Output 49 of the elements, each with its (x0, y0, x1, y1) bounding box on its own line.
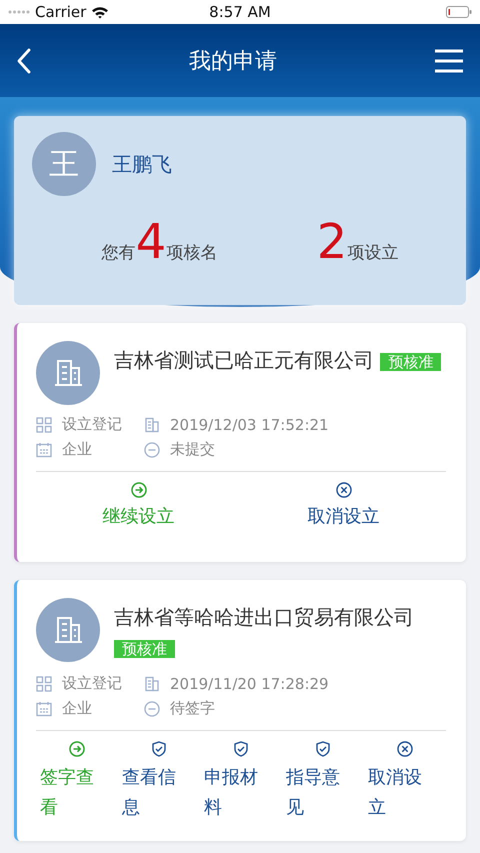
signal-icon (8, 10, 30, 14)
stat-label: 项设立 (347, 242, 398, 264)
clock: 8:57 AM (209, 3, 271, 21)
grid-icon (36, 676, 52, 692)
building-icon (36, 598, 100, 662)
minus-circle-icon (144, 442, 160, 458)
stat-count: 4 (136, 218, 166, 266)
carrier-label: Carrier (35, 3, 86, 21)
user-name: 王鹏飞 (112, 150, 172, 178)
stat-label: 项核名 (166, 242, 218, 264)
shield-icon (233, 741, 249, 757)
application-card[interactable]: 吉林省等哈哈进出口贸易有限公司 预核准 设立登记 2019/11/20 17:28:29 企业 待签字 签字查看 查看信息 申报材料 指导意见 取消设立 (14, 580, 466, 841)
battery-icon (446, 6, 472, 18)
application-card[interactable]: 吉林省测试已哈正元有限公司 预核准 设立登记 2019/12/03 17:52:21 企业 未提交 继续设立 取消设立 (14, 323, 466, 562)
action-button[interactable]: 取消设立 (364, 741, 446, 823)
application-status: 待签字 (170, 699, 215, 718)
close-circle-icon (397, 741, 413, 757)
arrow-circle-icon (69, 741, 85, 757)
page-title: 我的申请 (189, 48, 277, 76)
building-icon (36, 341, 100, 405)
action-button[interactable]: 查看信息 (118, 741, 200, 823)
company-name: 吉林省等哈哈进出口贸易有限公司 预核准 (114, 604, 415, 660)
status-badge: 预核准 (114, 640, 175, 658)
submit-date: 2019/11/20 17:28:29 (170, 674, 329, 692)
entity-type: 企业 (62, 699, 92, 718)
shield-icon (151, 741, 167, 757)
application-type: 设立登记 (62, 674, 122, 693)
building-icon (144, 416, 160, 432)
shield-icon (315, 741, 331, 757)
building-icon (144, 676, 160, 692)
company-name: 吉林省测试已哈正元有限公司 预核准 (114, 341, 442, 377)
wifi-icon (91, 6, 110, 18)
application-type: 设立登记 (62, 415, 122, 434)
entity-type: 企业 (62, 440, 92, 459)
stat-count: 2 (316, 218, 348, 266)
action-button[interactable]: 取消设立 (241, 482, 446, 544)
action-button[interactable]: 申报材料 (200, 741, 282, 823)
calendar-icon (36, 700, 52, 716)
avatar: 王 (32, 132, 96, 196)
action-button[interactable]: 指导意见 (282, 741, 364, 823)
status-badge: 预核准 (380, 353, 442, 371)
arrow-circle-icon (130, 482, 146, 498)
minus-circle-icon (144, 700, 160, 716)
application-status: 未提交 (170, 440, 215, 459)
calendar-icon (36, 442, 52, 458)
stat-prefix: 您有 (102, 242, 136, 264)
close-circle-icon (336, 482, 352, 498)
submit-date: 2019/12/03 17:52:21 (170, 416, 329, 434)
grid-icon (36, 416, 52, 432)
